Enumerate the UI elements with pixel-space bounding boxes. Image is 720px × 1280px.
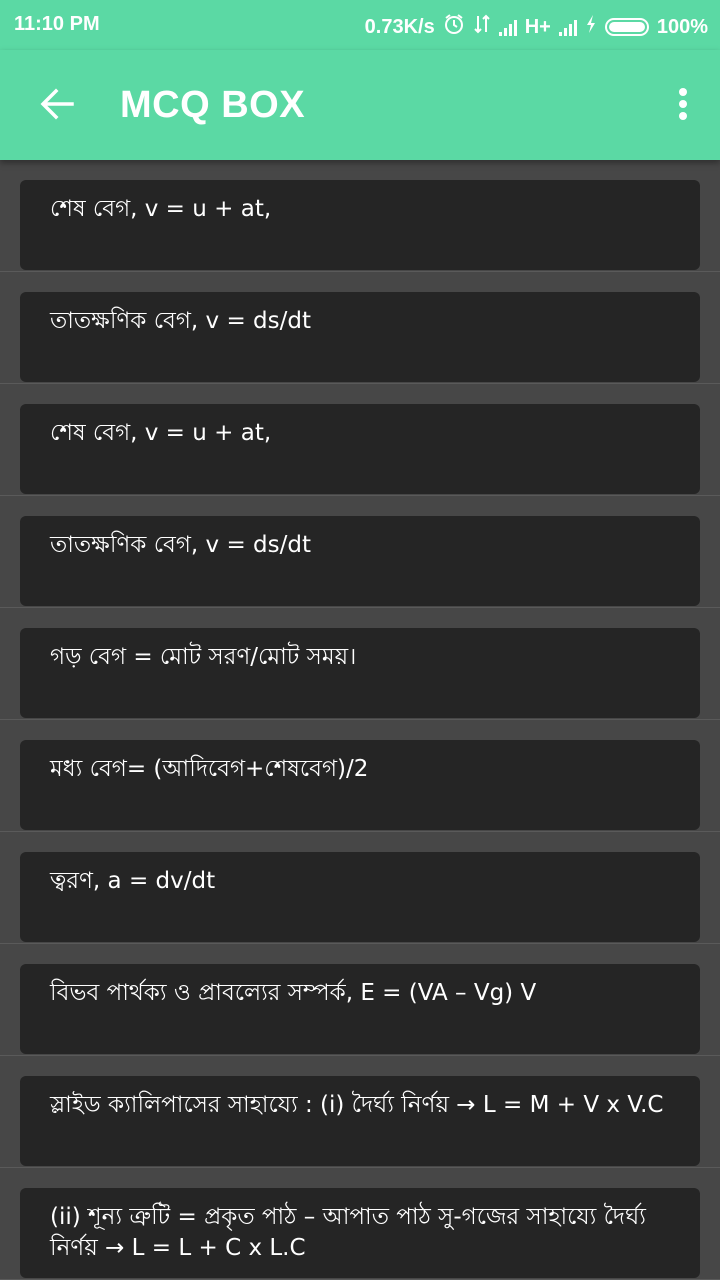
status-indicators: 0.73K/s H+ 100%	[365, 13, 708, 41]
list-item-card[interactable]: তাতক্ষণিক বেগ, v = ds/dt	[20, 292, 700, 382]
back-arrow-icon	[40, 88, 74, 120]
back-button[interactable]	[30, 75, 86, 131]
data-transfer-icon	[473, 14, 491, 40]
list-item-card[interactable]: বিভব পার্থক্য ও প্রাবল্যের সম্পর্ক, E = …	[20, 964, 700, 1054]
battery-level: 100%	[656, 15, 708, 38]
network-type: H+	[524, 15, 551, 38]
list-item-card[interactable]: শেষ বেগ, v = u + at,	[20, 404, 700, 494]
page-title: MCQ BOX	[120, 84, 306, 126]
signal-icon	[498, 18, 517, 36]
list-item-card[interactable]: (ii) শূন্য ত্রুটি = প্রকৃত পাঠ – আপাত পা…	[20, 1188, 700, 1278]
list-item: বিভব পার্থক্য ও প্রাবল্যের সম্পর্ক, E = …	[0, 944, 720, 1056]
list-item-card[interactable]: শেষ বেগ, v = u + at,	[20, 180, 700, 270]
list-item: গড় বেগ = মোট সরণ/মোট সময়।	[0, 608, 720, 720]
network-speed: 0.73K/s	[364, 15, 435, 38]
more-vert-icon	[679, 88, 687, 96]
list-item-card[interactable]: তাতক্ষণিক বেগ, v = ds/dt	[20, 516, 700, 606]
list-item: (ii) শূন্য ত্রুটি = প্রকৃত পাঠ – আপাত পা…	[0, 1168, 720, 1280]
status-time: 11:10 PM	[14, 13, 100, 35]
list-item: শেষ বেগ, v = u + at,	[0, 160, 720, 272]
list-item: মধ্য বেগ= (আদিবেগ+শেষবেগ)/2	[0, 720, 720, 832]
list-item-card[interactable]: মধ্য বেগ= (আদিবেগ+শেষবেগ)/2	[20, 740, 700, 830]
list-item: শেষ বেগ, v = u + at,	[0, 384, 720, 496]
list-item-card[interactable]: গড় বেগ = মোট সরণ/মোট সময়।	[20, 628, 700, 718]
status-bar: 11:10 PM 0.73K/s H+ 100%	[0, 0, 720, 50]
list-item: ত্বরণ, a = dv/dt	[0, 832, 720, 944]
mcq-list[interactable]: শেষ বেগ, v = u + at, তাতক্ষণিক বেগ, v = …	[0, 160, 720, 1280]
list-item-card[interactable]: ত্বরণ, a = dv/dt	[20, 852, 700, 942]
signal-icon-2	[558, 18, 577, 36]
list-item: স্লাইড ক্যালিপাসের সাহায্যে : (i) দৈর্ঘ্…	[0, 1056, 720, 1168]
list-item: তাতক্ষণিক বেগ, v = ds/dt	[0, 496, 720, 608]
list-item-card[interactable]: স্লাইড ক্যালিপাসের সাহায্যে : (i) দৈর্ঘ্…	[20, 1076, 700, 1166]
app-bar: MCQ BOX	[0, 50, 720, 160]
overflow-menu-button[interactable]	[668, 82, 698, 126]
list-item: তাতক্ষণিক বেগ, v = ds/dt	[0, 272, 720, 384]
charging-icon	[585, 14, 597, 40]
alarm-icon	[443, 13, 465, 41]
battery-icon	[604, 18, 649, 36]
